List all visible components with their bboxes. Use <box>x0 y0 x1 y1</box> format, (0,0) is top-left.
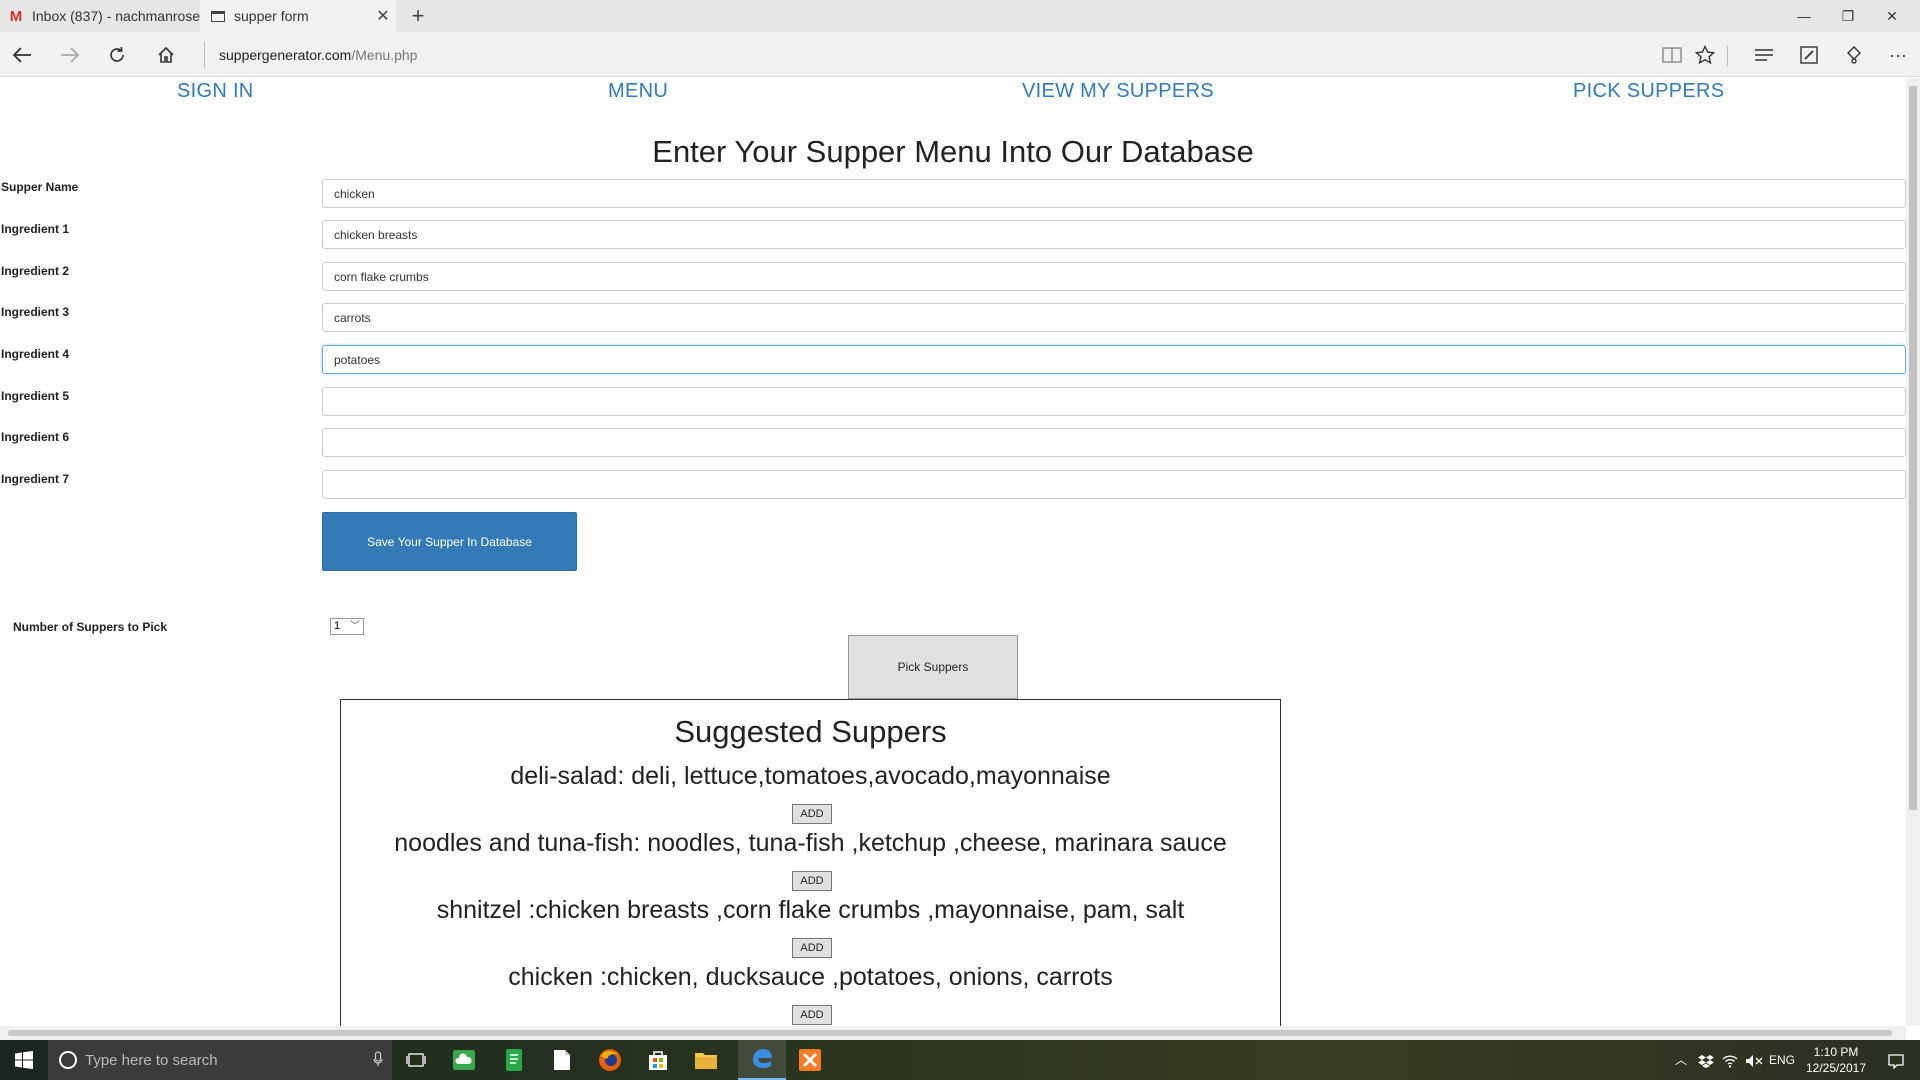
back-icon[interactable] <box>5 38 39 72</box>
ingredient-4-input[interactable] <box>322 345 1906 374</box>
volume-muted-icon[interactable] <box>1743 1040 1765 1080</box>
suggested-suppers-title: Suggested Suppers <box>674 714 947 749</box>
supper-name-label: Supper Name <box>1 180 79 194</box>
ingredient-6-input[interactable] <box>322 428 1906 457</box>
notifications-icon[interactable] <box>1878 1040 1914 1080</box>
close-window-icon[interactable]: ✕ <box>1870 0 1914 32</box>
ingredient-3-label: Ingredient 3 <box>1 305 70 319</box>
ingredient-5-label: Ingredient 5 <box>1 389 70 403</box>
suggested-supper-item: shnitzel :chicken breasts ,corn flake cr… <box>436 896 1185 924</box>
scrollbar-thumb[interactable] <box>1909 86 1917 810</box>
firefox-icon[interactable] <box>586 1040 634 1080</box>
suggested-supper-item: deli-salad: deli, lettuce,tomatoes,avoca… <box>510 762 1111 790</box>
add-button[interactable]: ADD <box>792 871 832 891</box>
number-of-suppers-select[interactable]: 1 ﹀ <box>330 618 364 635</box>
save-supper-button[interactable]: Save Your Supper In Database <box>322 512 577 571</box>
add-button[interactable]: ADD <box>792 1005 832 1025</box>
home-icon[interactable] <box>149 38 183 72</box>
clock-date: 12/25/2017 <box>1805 1061 1867 1075</box>
page-viewport: SIGN IN MENU VIEW MY SUPPERS PICK SUPPER… <box>0 78 1906 1026</box>
refresh-icon[interactable] <box>100 38 134 72</box>
cortana-icon <box>59 1051 77 1069</box>
pick-suppers-button[interactable]: Pick Suppers <box>848 635 1018 699</box>
search-placeholder: Type here to search <box>85 1051 218 1069</box>
url-field[interactable]: suppergenerator.com/Menu.php <box>204 42 417 68</box>
file-explorer-icon[interactable] <box>682 1040 730 1080</box>
close-tab-icon[interactable]: ✕ <box>370 6 396 26</box>
edge-browser-icon[interactable] <box>738 1040 786 1080</box>
microphone-icon[interactable] <box>364 1050 392 1070</box>
more-options-icon[interactable]: ··· <box>1881 38 1915 72</box>
gmail-icon: M <box>9 7 23 25</box>
share-icon[interactable] <box>1837 38 1871 72</box>
forward-icon[interactable] <box>53 38 87 72</box>
document-icon[interactable] <box>538 1040 586 1080</box>
tab-supper-form[interactable]: supper form ✕ <box>200 0 396 32</box>
suggested-supper-item: noodles and tuna-fish: noodles, tuna-fis… <box>394 829 1227 857</box>
hub-icon[interactable] <box>1747 38 1781 72</box>
add-button[interactable]: ADD <box>792 804 832 824</box>
windows-taskbar: Type here to search ︿ ENG 1:10 PM 12/25/… <box>0 1040 1920 1080</box>
ingredient-1-input[interactable] <box>322 220 1906 249</box>
ingredient-4-label: Ingredient 4 <box>1 347 70 361</box>
browser-tab-bar: M Inbox (837) - nachmanroser supper form… <box>0 0 1920 32</box>
windows-start-icon[interactable] <box>0 1040 48 1080</box>
minimize-icon[interactable]: — <box>1782 0 1826 32</box>
ingredient-3-input[interactable] <box>322 303 1906 332</box>
ingredient-2-input[interactable] <box>322 262 1906 291</box>
web-note-icon[interactable] <box>1792 38 1826 72</box>
store-icon[interactable] <box>634 1040 682 1080</box>
supper-name-input[interactable] <box>322 179 1906 208</box>
language-indicator[interactable]: ENG <box>1767 1040 1797 1080</box>
address-bar: suppergenerator.com/Menu.php ··· <box>0 32 1920 77</box>
cloud-app-icon[interactable] <box>440 1040 488 1080</box>
add-button[interactable]: ADD <box>792 938 832 958</box>
divider <box>1727 46 1728 66</box>
tab-label: supper form <box>234 8 309 24</box>
ingredient-7-input[interactable] <box>322 470 1906 499</box>
url-path: /Menu.php <box>351 47 418 63</box>
selected-value: 1 <box>334 620 341 632</box>
ingredient-5-input[interactable] <box>322 387 1906 416</box>
nav-menu[interactable]: MENU <box>608 80 668 103</box>
suggested-supper-item: chicken :chicken, ducksauce ,potatoes, o… <box>508 963 1113 991</box>
taskbar-search[interactable]: Type here to search <box>48 1040 392 1080</box>
number-of-suppers-label: Number of Suppers to Pick <box>13 620 168 634</box>
nav-pick-suppers[interactable]: PICK SUPPERS <box>1573 80 1724 103</box>
dropbox-icon[interactable] <box>1695 1040 1717 1080</box>
ingredient-7-label: Ingredient 7 <box>1 472 70 486</box>
url-host: suppergenerator.com <box>219 47 352 63</box>
wifi-icon[interactable] <box>1719 1040 1741 1080</box>
ingredient-2-label: Ingredient 2 <box>1 264 70 278</box>
tab-label: Inbox (837) - nachmanroser <box>32 8 200 24</box>
restore-icon[interactable]: ❐ <box>1826 0 1870 32</box>
new-tab-icon[interactable]: + <box>404 2 432 30</box>
horizontal-scrollbar[interactable] <box>0 1026 1906 1040</box>
evernote-icon[interactable] <box>490 1040 538 1080</box>
chevron-up-icon[interactable]: ︿ <box>1669 1040 1693 1080</box>
page-icon <box>210 8 226 24</box>
page-title: Enter Your Supper Menu Into Our Database <box>652 134 1254 169</box>
ingredient-6-label: Ingredient 6 <box>1 430 70 444</box>
suggested-suppers-panel: Suggested Suppers deli-salad: deli, lett… <box>340 699 1281 1026</box>
vertical-scrollbar[interactable] <box>1906 78 1920 1026</box>
tab-inbox[interactable]: M Inbox (837) - nachmanroser <box>0 0 200 32</box>
chevron-down-icon: ﹀ <box>350 621 360 632</box>
taskbar-clock[interactable]: 1:10 PM 12/25/2017 <box>1796 1044 1876 1076</box>
xampp-icon[interactable] <box>786 1040 834 1080</box>
ingredient-1-label: Ingredient 1 <box>1 222 70 236</box>
nav-sign-in[interactable]: SIGN IN <box>177 80 254 103</box>
reading-view-icon[interactable] <box>1655 38 1689 72</box>
clock-time: 1:10 PM <box>1813 1045 1859 1059</box>
nav-view-my-suppers[interactable]: VIEW MY SUPPERS <box>1022 80 1214 103</box>
scrollbar-thumb[interactable] <box>8 1030 1892 1036</box>
task-view-icon[interactable] <box>392 1040 440 1080</box>
favorite-star-icon[interactable] <box>1688 38 1722 72</box>
